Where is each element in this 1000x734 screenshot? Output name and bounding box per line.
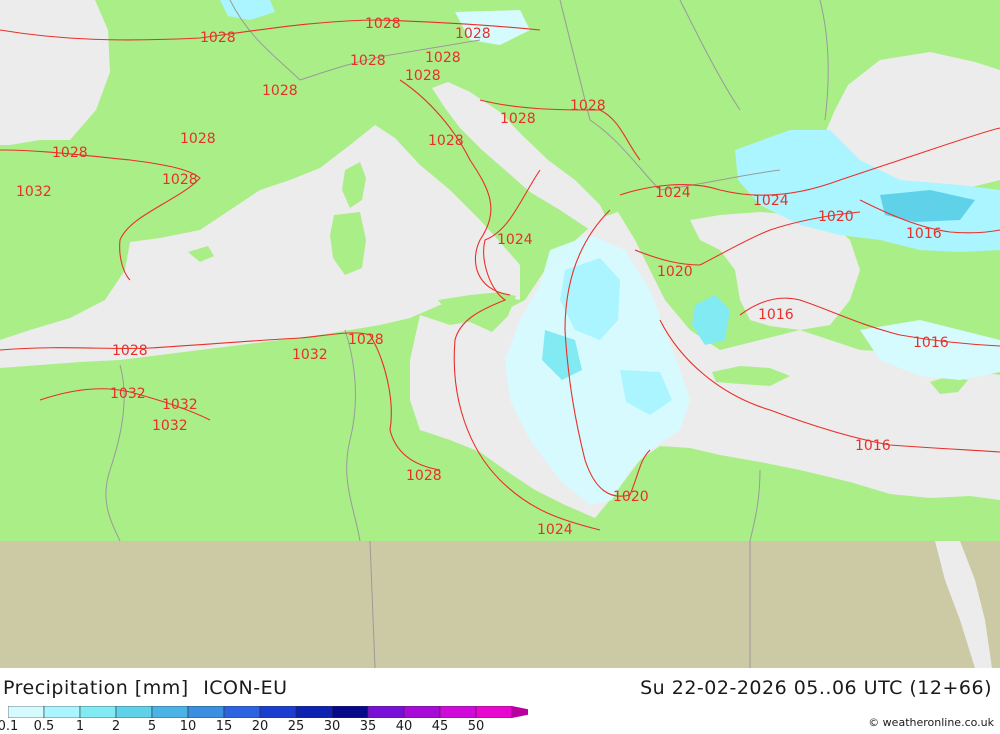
- source-credit: © weatheronline.co.uk: [868, 716, 994, 729]
- legend-swatch: [187, 706, 225, 718]
- legend-tick-label: 20: [251, 719, 269, 734]
- isobar-label: 1020: [613, 489, 649, 505]
- isobar-label: 1016: [913, 335, 949, 351]
- isobar-label: 1028: [52, 145, 88, 161]
- legend-tick-label: 1: [75, 719, 85, 734]
- isobar-label: 1024: [497, 232, 533, 248]
- legend-swatch: [43, 706, 81, 718]
- isobar-label: 1032: [152, 418, 188, 434]
- model-label: ICON-EU: [203, 677, 288, 699]
- legend-swatch: [475, 706, 513, 718]
- map-title: Precipitation [mm] ICON-EU: [3, 677, 288, 699]
- isobar-label: 1016: [906, 226, 942, 242]
- no-data-zone: [0, 541, 1000, 668]
- legend-tick-label: 35: [359, 719, 377, 734]
- legend-tick-label: 10: [179, 719, 197, 734]
- isobar-label: 1028: [262, 83, 298, 99]
- legend-tick-label: 50: [467, 719, 485, 734]
- isobar-label: 1024: [753, 193, 789, 209]
- isobar-label: 1032: [16, 184, 52, 200]
- isobar-label: 1028: [425, 50, 461, 66]
- isobar-label: 1028: [406, 468, 442, 484]
- legend-swatch: [223, 706, 261, 718]
- weather-map: 1028 1028 1028 1028 1028 1028 1028 1028 …: [0, 0, 1000, 668]
- isobar-label: 1028: [350, 53, 386, 69]
- isobar-label: 1024: [655, 185, 691, 201]
- legend-tick-label: 2: [111, 719, 121, 734]
- legend-swatch: [439, 706, 477, 718]
- isobar-label: 1016: [758, 307, 794, 323]
- legend-swatch: [151, 706, 189, 718]
- isobar-label: 1028: [180, 131, 216, 147]
- legend-swatch: [79, 706, 117, 718]
- legend-labels: 0.1 0.5 1 2 5 10 15 20 25 30 35 40 45 50: [0, 719, 540, 734]
- isobar-label: 1028: [500, 111, 536, 127]
- legend-swatch: [367, 706, 405, 718]
- isobar-label: 1028: [405, 68, 441, 84]
- legend-swatch: [115, 706, 153, 718]
- isobar-label: 1020: [818, 209, 854, 225]
- isobar-label: 1032: [162, 397, 198, 413]
- isobar-label: 1028: [200, 30, 236, 46]
- legend-tick-label: 0.1: [0, 719, 19, 734]
- isobar-label: 1024: [537, 522, 573, 538]
- isobar-label: 1028: [365, 16, 401, 32]
- isobar-label: 1016: [855, 438, 891, 454]
- isobar-label: 1032: [292, 347, 328, 363]
- legend-swatch: [331, 706, 369, 718]
- legend-swatch: [259, 706, 297, 718]
- isobar-label: 1028: [455, 26, 491, 42]
- parameter-label: Precipitation [mm]: [3, 677, 189, 699]
- legend-tick-label: 25: [287, 719, 305, 734]
- forecast-datetime: Su 22-02-2026 05..06 UTC (12+66): [640, 677, 992, 699]
- legend-tick-label: 40: [395, 719, 413, 734]
- isobar-label: 1028: [162, 172, 198, 188]
- precipitation-legend: [8, 706, 528, 718]
- legend-swatch: [403, 706, 441, 718]
- legend-tick-label: 0.5: [33, 719, 55, 734]
- isobar-label: 1032: [110, 386, 146, 402]
- legend-arrow: [512, 706, 528, 718]
- legend-swatch: [8, 706, 45, 718]
- isobar-label: 1028: [348, 332, 384, 348]
- isobar-label: 1028: [428, 133, 464, 149]
- legend-tick-label: 5: [147, 719, 157, 734]
- legend-tick-label: 30: [323, 719, 341, 734]
- isobar-label: 1028: [112, 343, 148, 359]
- legend-swatch: [295, 706, 333, 718]
- isobar-label: 1028: [570, 98, 606, 114]
- isobar-label: 1020: [657, 264, 693, 280]
- legend-tick-label: 15: [215, 719, 233, 734]
- legend-tick-label: 45: [431, 719, 449, 734]
